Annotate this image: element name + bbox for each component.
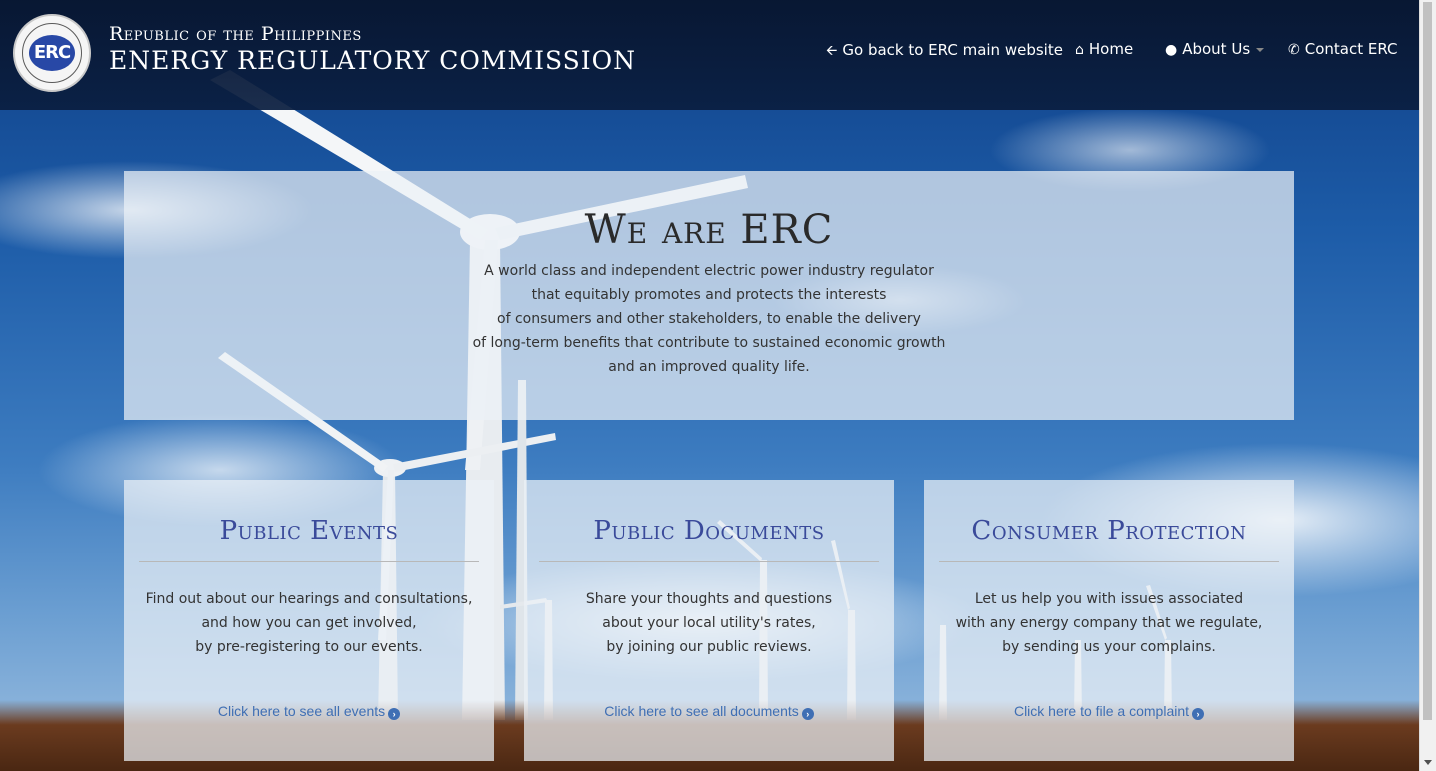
brand-title[interactable]: ENERGY REGULATORY COMMISSION <box>109 46 636 75</box>
hero-panel: We are ERC A world class and independent… <box>124 171 1294 420</box>
hero-line: A world class and independent electric p… <box>484 263 934 279</box>
user-icon: ● <box>1165 42 1178 58</box>
nav-contact-label: Contact ERC <box>1304 40 1398 58</box>
divider <box>139 561 479 562</box>
card-title: Consumer Protection <box>971 516 1247 546</box>
phone-icon: ✆ <box>1288 42 1300 58</box>
vertical-scrollbar[interactable] <box>1419 0 1436 771</box>
card-consumer-protection: Consumer Protection Let us help you with… <box>924 480 1294 761</box>
card-body: Find out about our hearings and consulta… <box>124 587 494 659</box>
chevron-circle-right-icon: › <box>801 708 814 720</box>
card-title: Public Documents <box>593 516 825 546</box>
divider <box>939 561 1279 562</box>
link-label: Click here to see all documents <box>604 703 799 719</box>
card-line: by sending us your complains. <box>1002 639 1216 655</box>
site-header: ERC Republic of the Philippines ENERGY R… <box>0 0 1420 110</box>
card-line: Share your thoughts and questions <box>585 591 833 607</box>
card-body: Let us help you with issues associated w… <box>924 587 1294 659</box>
card-body: Share your thoughts and questions about … <box>524 587 894 659</box>
link-label: Click here to see all events <box>217 703 386 719</box>
erc-logo[interactable]: ERC <box>13 14 91 92</box>
nav-back-to-main-site[interactable]: 🡨 Go back to ERC main website <box>826 40 1063 62</box>
brand-subtitle: Republic of the Philippines <box>109 23 362 45</box>
chevron-circle-right-icon: › <box>388 708 401 720</box>
card-line: Let us help you with issues associated <box>974 591 1244 607</box>
card-line: with any energy company that we regulate… <box>955 615 1263 631</box>
file-complaint-link[interactable]: Click here to file a complaint › <box>924 703 1294 720</box>
hero-title: We are ERC <box>584 207 834 253</box>
see-all-documents-link[interactable]: Click here to see all documents › <box>524 703 894 720</box>
logo-text: ERC <box>29 35 75 71</box>
hero-line: of consumers and other stakeholders, to … <box>497 311 921 327</box>
link-label: Click here to file a complaint <box>1013 703 1190 719</box>
nav-home[interactable]: ⌂ Home <box>1075 40 1133 62</box>
nav-about-us-dropdown[interactable]: ● About Us <box>1165 40 1265 62</box>
hero-description: A world class and independent electric p… <box>124 259 1294 379</box>
scrollbar-thumb[interactable] <box>1423 2 1432 720</box>
hero-line: of long-term benefits that contribute to… <box>472 335 946 351</box>
card-public-events: Public Events Find out about our hearing… <box>124 480 494 761</box>
card-line: about your local utility's rates, <box>602 615 816 631</box>
hero-line: and an improved quality life. <box>608 359 810 375</box>
arrow-left-icon: 🡨 <box>826 43 838 59</box>
card-line: by joining our public reviews. <box>606 639 812 655</box>
divider <box>539 561 879 562</box>
chevron-circle-right-icon: › <box>1192 708 1205 720</box>
hero-line: that equitably promotes and protects the… <box>531 287 887 303</box>
nav-contact[interactable]: ✆ Contact ERC <box>1288 40 1398 62</box>
nav-home-label: Home <box>1088 40 1134 58</box>
see-all-events-link[interactable]: Click here to see all events › <box>124 703 494 720</box>
nav-back-label: Go back to ERC main website <box>842 41 1063 59</box>
card-line: Find out about our hearings and consulta… <box>145 591 473 607</box>
scroll-down-arrow-icon[interactable] <box>1424 760 1432 765</box>
home-icon: ⌂ <box>1075 42 1084 58</box>
card-public-documents: Public Documents Share your thoughts and… <box>524 480 894 761</box>
nav-about-label: About Us <box>1182 40 1251 58</box>
card-line: by pre-registering to our events. <box>195 639 423 655</box>
card-line: and how you can get involved, <box>201 615 417 631</box>
caret-down-icon <box>1256 47 1265 52</box>
card-title: Public Events <box>219 516 399 546</box>
